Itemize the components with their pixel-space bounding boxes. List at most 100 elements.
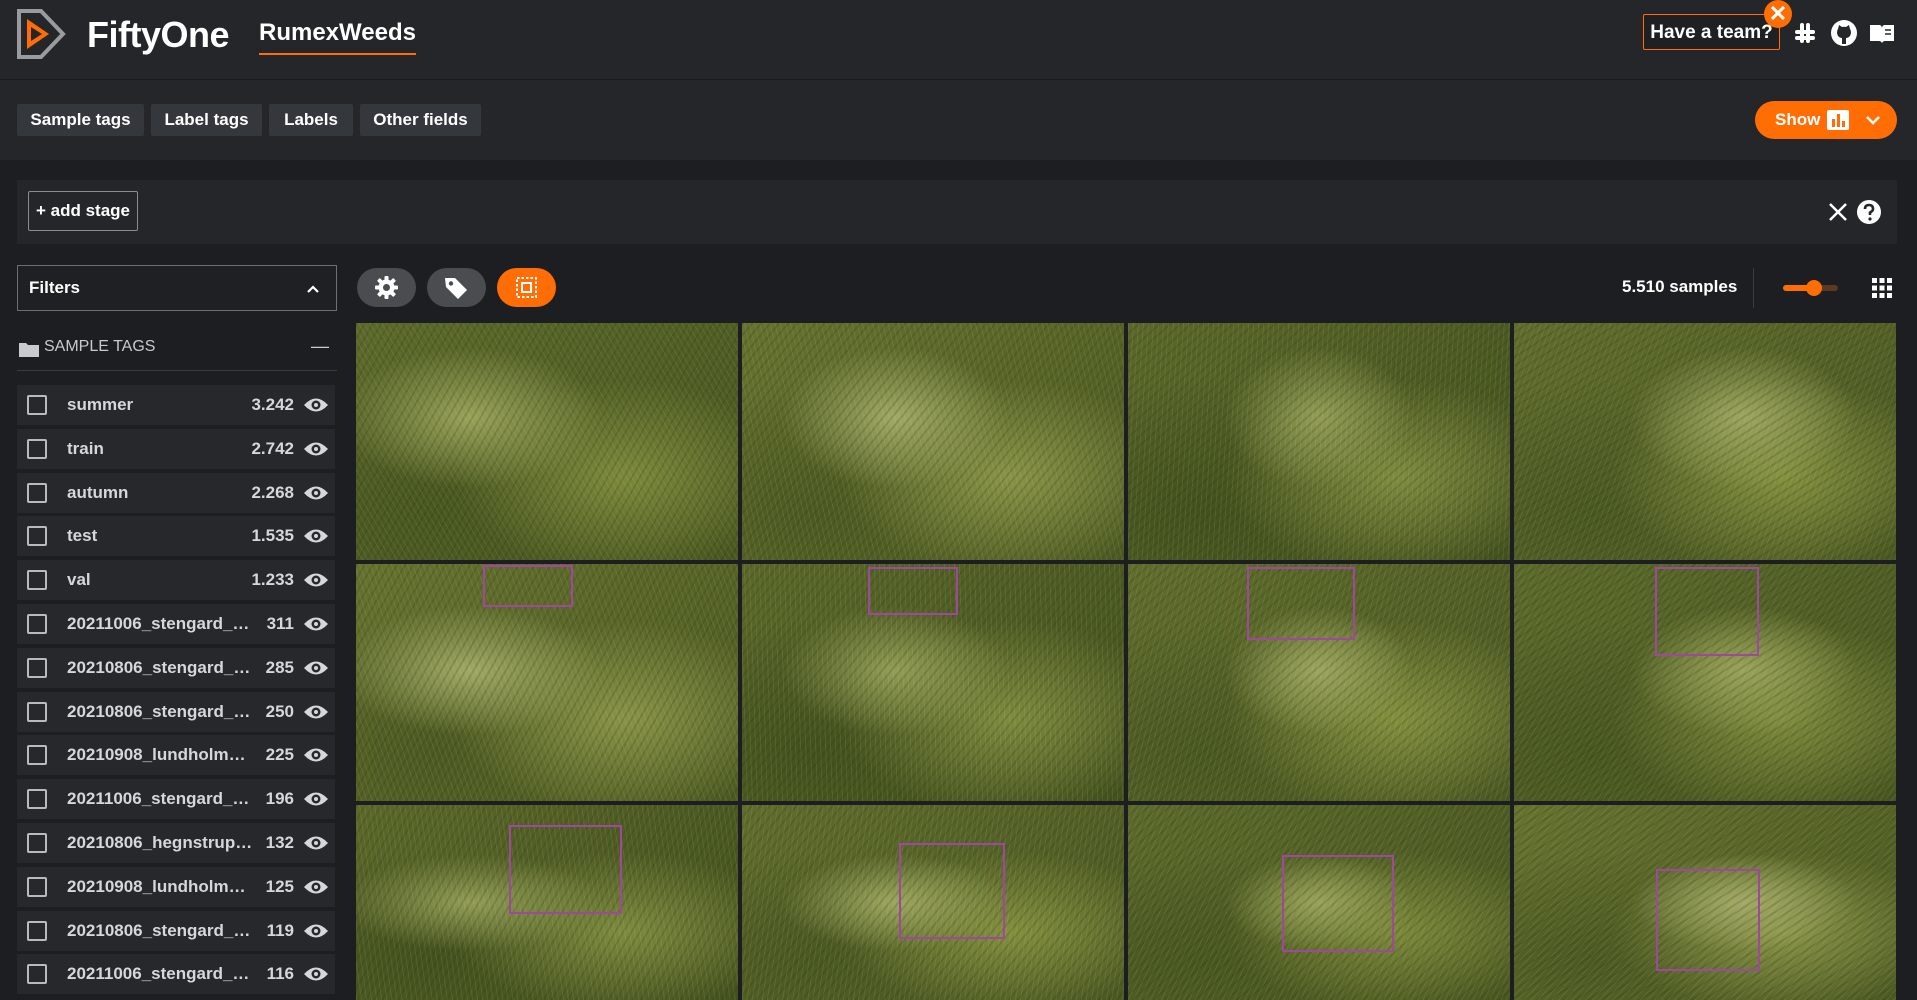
sample-tag-row[interactable]: 20210908_lundholm… 225 bbox=[17, 735, 335, 775]
tag-samples-button[interactable] bbox=[427, 268, 486, 307]
zoom-slider[interactable] bbox=[1783, 280, 1838, 296]
slack-icon[interactable] bbox=[1790, 18, 1820, 48]
eye-icon[interactable] bbox=[303, 921, 329, 941]
dataset-selector[interactable]: RumexWeeds bbox=[259, 19, 416, 55]
sample-tag-row[interactable]: 20210806_stengard_… 119 bbox=[17, 911, 335, 951]
sample-tag-row[interactable]: 20210806_hegnstrup… 132 bbox=[17, 823, 335, 863]
sample-tag-row[interactable]: test 1.535 bbox=[17, 516, 335, 556]
sample-tile[interactable] bbox=[1128, 564, 1510, 801]
sample-tile[interactable] bbox=[1514, 323, 1896, 560]
folder-icon bbox=[19, 343, 39, 357]
toolbar-divider bbox=[1753, 268, 1754, 308]
tag-checkbox[interactable] bbox=[27, 526, 47, 546]
fiftyone-logo-icon[interactable] bbox=[15, 7, 69, 61]
sample-tile[interactable] bbox=[356, 805, 738, 1000]
tag-count: 119 bbox=[266, 921, 294, 940]
chevron-up-icon[interactable] bbox=[306, 284, 320, 294]
filters-header[interactable]: Filters bbox=[17, 265, 337, 311]
eye-icon[interactable] bbox=[303, 570, 329, 590]
detection-bounding-box bbox=[1655, 567, 1759, 656]
show-panels-button[interactable]: Show bbox=[1755, 101, 1897, 139]
tag-icon bbox=[445, 278, 467, 299]
tag-checkbox[interactable] bbox=[27, 395, 47, 415]
tag-checkbox[interactable] bbox=[27, 702, 47, 722]
tab-label-tags[interactable]: Label tags bbox=[151, 104, 262, 136]
sample-tag-row[interactable]: val 1.233 bbox=[17, 560, 335, 600]
eye-icon[interactable] bbox=[303, 614, 329, 634]
tag-count: 196 bbox=[265, 789, 294, 808]
view-stage-bar: + add stage bbox=[17, 180, 1897, 244]
tag-checkbox[interactable] bbox=[27, 439, 47, 459]
eye-icon[interactable] bbox=[303, 877, 329, 897]
grid-layout-icon[interactable] bbox=[1872, 278, 1892, 298]
tag-name: 20210908_lundholm… bbox=[67, 877, 246, 896]
sample-tile[interactable] bbox=[1128, 805, 1510, 1000]
tag-checkbox[interactable] bbox=[27, 483, 47, 503]
eye-icon[interactable] bbox=[303, 964, 329, 984]
close-icon[interactable]: ✕ bbox=[1764, 0, 1792, 28]
sample-tag-row[interactable]: summer 3.242 bbox=[17, 385, 335, 425]
detection-bounding-box bbox=[1282, 855, 1394, 952]
tag-checkbox[interactable] bbox=[27, 614, 47, 634]
sample-tag-row[interactable]: 20211006_stengard_… 116 bbox=[17, 954, 335, 994]
eye-icon[interactable] bbox=[303, 833, 329, 853]
sample-tile[interactable] bbox=[1514, 564, 1896, 801]
zoom-slider-thumb[interactable] bbox=[1806, 280, 1822, 296]
tag-checkbox[interactable] bbox=[27, 964, 47, 984]
tag-checkbox[interactable] bbox=[27, 789, 47, 809]
sidebar-group-tabs-bar: Sample tags Label tags Labels Other fiel… bbox=[0, 80, 1917, 160]
tag-name: train bbox=[67, 439, 104, 458]
eye-icon[interactable] bbox=[303, 395, 329, 415]
tag-checkbox[interactable] bbox=[27, 877, 47, 897]
sample-tag-row[interactable]: autumn 2.268 bbox=[17, 473, 335, 513]
sample-tile[interactable] bbox=[356, 564, 738, 801]
sample-tile[interactable] bbox=[356, 323, 738, 560]
sample-tags-section-header[interactable]: SAMPLE TAGS — bbox=[17, 336, 337, 371]
detection-bounding-box bbox=[868, 567, 958, 615]
sample-tag-row[interactable]: train 2.742 bbox=[17, 429, 335, 469]
gear-icon bbox=[375, 276, 398, 299]
help-icon[interactable] bbox=[1856, 199, 1882, 225]
add-stage-button[interactable]: + add stage bbox=[28, 191, 138, 231]
sample-tile[interactable] bbox=[742, 323, 1124, 560]
section-title-text: SAMPLE TAGS bbox=[44, 338, 156, 355]
docs-book-icon[interactable] bbox=[1867, 18, 1897, 48]
tab-labels[interactable]: Labels bbox=[269, 104, 353, 136]
sample-tag-row[interactable]: 20210806_stengard_… 285 bbox=[17, 648, 335, 688]
tab-other-fields[interactable]: Other fields bbox=[360, 104, 481, 136]
sample-tag-row[interactable]: 20211006_stengard_… 196 bbox=[17, 779, 335, 819]
grid-settings-button[interactable] bbox=[357, 268, 416, 307]
tag-count: 311 bbox=[266, 614, 294, 633]
have-a-team-button[interactable]: Have a team? bbox=[1643, 14, 1780, 50]
detection-bounding-box bbox=[509, 825, 622, 914]
tag-name: val bbox=[67, 570, 91, 589]
brand-name[interactable]: FiftyOne bbox=[87, 14, 230, 56]
sample-tag-row[interactable]: 20210806_stengard_… 250 bbox=[17, 692, 335, 732]
github-icon[interactable] bbox=[1829, 18, 1859, 48]
tab-sample-tags[interactable]: Sample tags bbox=[17, 104, 144, 136]
sample-tile[interactable] bbox=[742, 564, 1124, 801]
eye-icon[interactable] bbox=[303, 658, 329, 678]
eye-icon[interactable] bbox=[303, 526, 329, 546]
eye-icon[interactable] bbox=[303, 439, 329, 459]
sample-tile[interactable] bbox=[1128, 323, 1510, 560]
tag-count: 132 bbox=[265, 833, 294, 852]
clear-view-icon[interactable] bbox=[1827, 201, 1849, 223]
eye-icon[interactable] bbox=[303, 702, 329, 722]
tag-checkbox[interactable] bbox=[27, 921, 47, 941]
sample-count: 5.510 samples bbox=[1622, 277, 1738, 296]
sample-tag-row[interactable]: 20211006_stengard_… 311 bbox=[17, 604, 335, 644]
select-patches-button[interactable] bbox=[497, 268, 556, 307]
sample-tile[interactable] bbox=[742, 805, 1124, 1000]
tag-checkbox[interactable] bbox=[27, 570, 47, 590]
tag-checkbox[interactable] bbox=[27, 658, 47, 678]
eye-icon[interactable] bbox=[303, 483, 329, 503]
tag-name: 20210806_hegnstrup… bbox=[67, 833, 253, 852]
eye-icon[interactable] bbox=[303, 745, 329, 765]
tag-checkbox[interactable] bbox=[27, 745, 47, 765]
sample-tag-row[interactable]: 20210908_lundholm… 125 bbox=[17, 867, 335, 907]
tag-checkbox[interactable] bbox=[27, 833, 47, 853]
eye-icon[interactable] bbox=[303, 789, 329, 809]
collapse-section-icon[interactable]: — bbox=[311, 336, 329, 357]
sample-tile[interactable] bbox=[1514, 805, 1896, 1000]
